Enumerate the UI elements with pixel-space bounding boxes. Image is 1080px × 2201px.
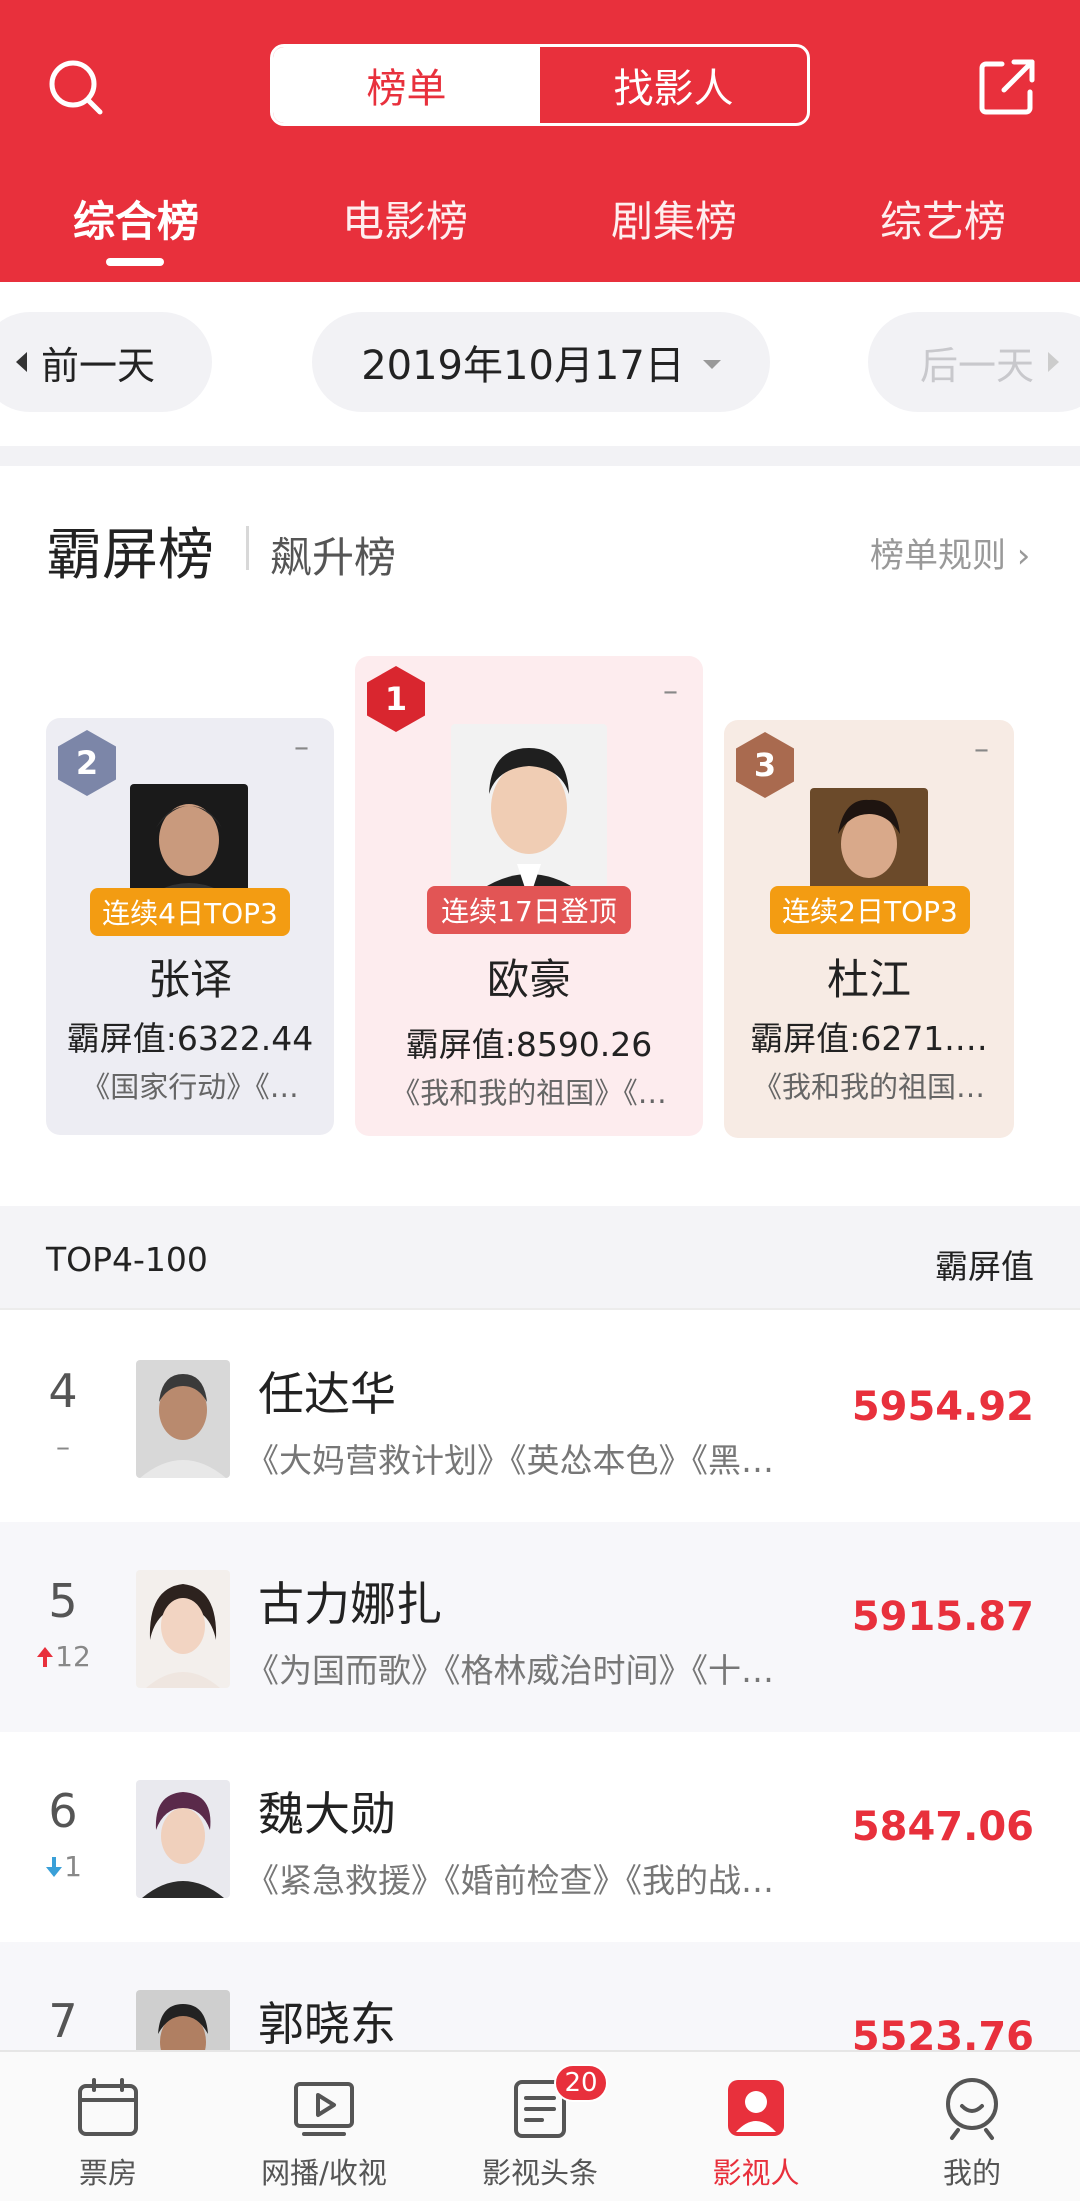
tab-series[interactable]: 剧集榜 — [574, 188, 774, 249]
list-item[interactable]: 4 – 任达华 《大妈营救计划》《英怂本色》《黑… 5954.92 — [0, 1312, 1080, 1522]
rank-number: 4 — [48, 1364, 78, 1418]
streak-badge: 连续2日TOP3 — [770, 886, 970, 934]
list-item[interactable]: 6 1 魏大勋 《紧急救援》《婚前检查》《我的战… 5847.06 — [0, 1732, 1080, 1942]
tab-movies[interactable]: 电影榜 — [305, 188, 505, 249]
bottom-nav: 票房 网播/收视 20 影视头条 影视人 我的 — [0, 2050, 1080, 2201]
rank-badge: 3 — [736, 732, 794, 798]
podium-card-2[interactable]: 2 – 连续4日TOP3 张译 霸屏值:6322.44 《国家行动》《… — [46, 718, 334, 1135]
streak-badge: 连续4日TOP3 — [90, 888, 290, 936]
rank-badge: 1 — [367, 666, 425, 732]
calendar-icon — [78, 2078, 138, 2136]
works: 《我和我的祖国》《… — [391, 1076, 667, 1110]
caret-right-icon — [1048, 352, 1060, 372]
segment-rankings[interactable]: 榜单 — [273, 47, 540, 123]
nav-box-office[interactable]: 票房 — [0, 2052, 216, 2201]
rank-change: 1 — [18, 1850, 108, 1883]
rank-change: – — [974, 732, 989, 767]
rank-change-value: 1 — [64, 1850, 82, 1883]
tab-variety[interactable]: 综艺榜 — [843, 188, 1043, 249]
nav-label: 票房 — [78, 2156, 137, 2190]
rank-change: 12 — [18, 1640, 108, 1673]
avatar — [136, 1780, 230, 1898]
next-day-label: 后一天 — [920, 343, 1035, 388]
title-divider — [246, 526, 249, 570]
segment-find-people[interactable]: 找影人 — [540, 47, 807, 123]
next-day-button[interactable]: 后一天 — [868, 312, 1080, 412]
star-name: 任达华 — [258, 1367, 396, 1421]
ranking-title[interactable]: 霸屏榜 — [46, 510, 214, 591]
podium-card-1[interactable]: 1 – 连续17日登顶 欧豪 霸屏值:8590.26 《我和我的祖国》《… — [355, 656, 703, 1136]
prev-day-label: 前一天 — [41, 343, 156, 388]
nav-streaming[interactable]: 网播/收视 — [216, 2052, 432, 2201]
rank-change: – — [663, 674, 678, 709]
works: 《为国而歌》《格林威治时间》《十… — [246, 1651, 774, 1690]
date-label: 2019年10月17日 — [361, 343, 685, 389]
search-icon[interactable] — [44, 55, 110, 121]
works: 《国家行动》《… — [81, 1070, 299, 1104]
list-header: TOP4-100 霸屏值 — [0, 1206, 1080, 1310]
nav-mine[interactable]: 我的 — [864, 2052, 1080, 2201]
tab-active-indicator — [106, 258, 164, 266]
star-name: 张译 — [147, 955, 232, 1004]
works: 《我和我的祖国… — [752, 1070, 985, 1104]
arrow-down-icon — [46, 1856, 63, 1877]
rank-number: 7 — [48, 1994, 78, 2048]
score: 霸屏值:6271.… — [750, 1019, 988, 1058]
score-column-label: 霸屏值 — [935, 1247, 1034, 1286]
nav-label: 影视头条 — [481, 2156, 598, 2190]
works: 《紧急救援》《婚前检查》《我的战… — [246, 1861, 774, 1900]
star-name: 魏大勋 — [258, 1787, 396, 1841]
avatar — [136, 1360, 230, 1478]
nav-label: 我的 — [942, 2156, 1001, 2190]
list-range-label: TOP4-100 — [46, 1240, 208, 1279]
star-name: 郭晓东 — [258, 1997, 396, 2051]
person-icon — [728, 2080, 784, 2136]
score: 霸屏值:8590.26 — [405, 1025, 653, 1064]
works: 《大妈营救计划》《英怂本色》《黑… — [246, 1441, 774, 1480]
play-video-icon — [294, 2082, 354, 2136]
avatar — [451, 724, 607, 900]
section-separator — [0, 446, 1080, 466]
rank-change-value: – — [56, 1430, 70, 1463]
avatar — [136, 1570, 230, 1688]
profile-face-icon — [946, 2078, 998, 2140]
score: 5915.87 — [851, 1594, 1034, 1640]
rising-ranking-tab[interactable]: 飙升榜 — [270, 524, 396, 585]
list-item[interactable]: 5 12 古力娜扎 《为国而歌》《格林威治时间》《十… 5915.87 — [0, 1522, 1080, 1732]
score: 5954.92 — [851, 1384, 1034, 1430]
rank-change-value: 12 — [55, 1640, 91, 1673]
score: 5847.06 — [851, 1804, 1034, 1850]
nav-headlines[interactable]: 20 影视头条 — [432, 2052, 648, 2201]
streak-badge: 连续17日登顶 — [427, 886, 631, 934]
tab-overall[interactable]: 综合榜 — [36, 188, 236, 249]
rank-change: – — [18, 1430, 108, 1463]
avatar — [130, 784, 248, 902]
nav-label: 影视人 — [712, 2156, 800, 2190]
caret-left-icon — [16, 352, 27, 372]
category-tabs: 综合榜 电影榜 剧集榜 综艺榜 — [0, 188, 1080, 268]
notification-badge: 20 — [554, 2064, 608, 2102]
share-icon[interactable] — [974, 54, 1040, 120]
podium-card-3[interactable]: 3 – 连续2日TOP3 杜江 霸屏值:6271.… 《我和我的祖国… — [724, 720, 1014, 1138]
date-selector[interactable]: 2019年10月17日 — [312, 312, 770, 412]
score: 霸屏值:6322.44 — [66, 1019, 314, 1058]
ranking-rules-link[interactable]: 榜单规则 › — [870, 528, 1030, 577]
segmented-control: 榜单 找影人 — [270, 44, 810, 126]
prev-day-button[interactable]: 前一天 — [0, 312, 212, 412]
header: 榜单 找影人 综合榜 电影榜 剧集榜 综艺榜 — [0, 0, 1080, 282]
rank-number: 6 — [48, 1784, 78, 1838]
star-name: 杜江 — [826, 955, 911, 1004]
rank-badge: 2 — [58, 730, 116, 796]
nav-label: 网播/收视 — [261, 2156, 387, 2190]
rank-number: 5 — [48, 1574, 78, 1628]
star-name: 欧豪 — [486, 955, 571, 1004]
arrow-up-icon — [37, 1646, 54, 1667]
nav-people[interactable]: 影视人 — [648, 2052, 864, 2201]
rank-change: – — [294, 730, 309, 765]
caret-down-icon — [702, 359, 721, 369]
star-name: 古力娜扎 — [258, 1577, 442, 1631]
